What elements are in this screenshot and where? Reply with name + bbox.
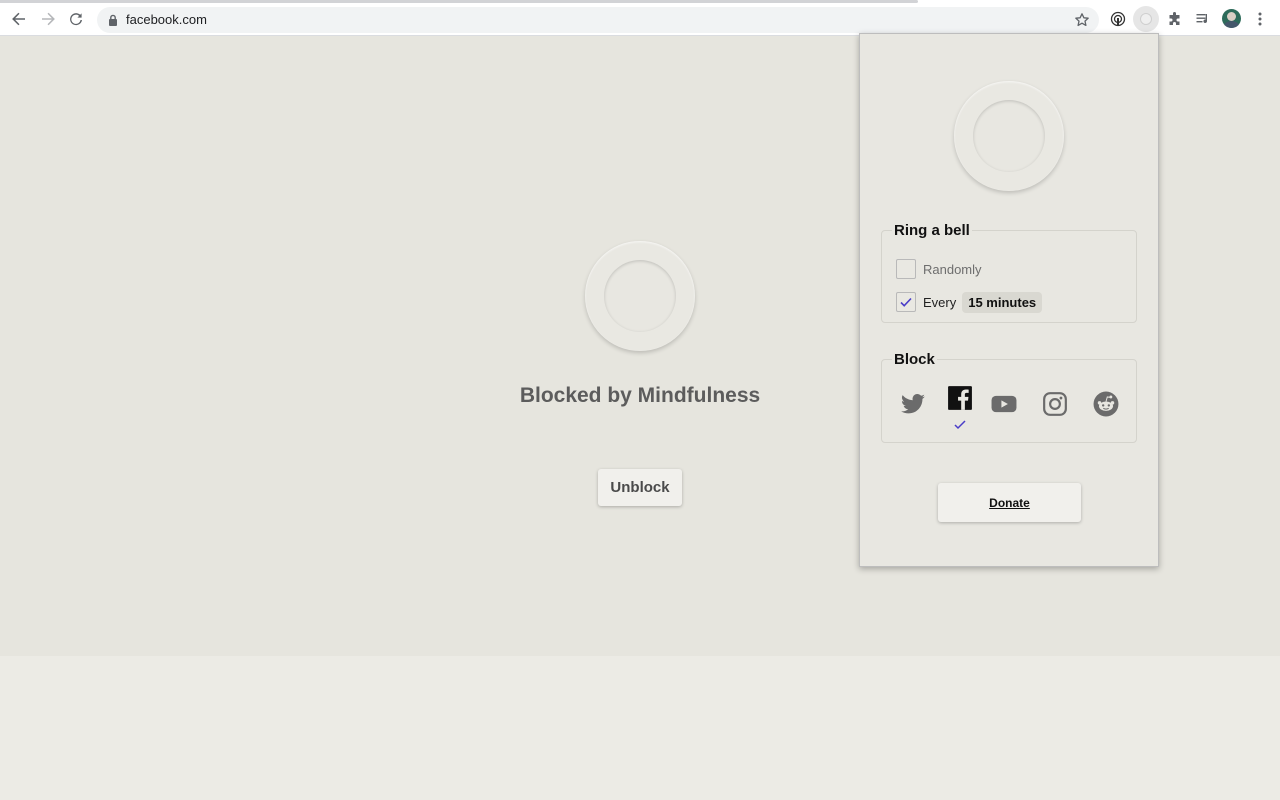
bookmark-star-icon[interactable]	[1074, 12, 1090, 28]
back-arrow-icon[interactable]	[9, 9, 29, 29]
instagram-icon[interactable]	[1040, 389, 1070, 419]
mindfulness-bell-icon	[585, 241, 695, 351]
youtube-icon[interactable]	[989, 389, 1019, 419]
facebook-icon[interactable]	[945, 383, 975, 413]
address-bar[interactable]: facebook.com	[97, 7, 1099, 33]
checkmark-icon	[900, 297, 912, 307]
lock-icon[interactable]	[108, 14, 118, 26]
randomly-checkbox[interactable]	[896, 259, 916, 279]
forward-arrow-icon[interactable]	[38, 9, 58, 29]
every-checkbox[interactable]	[896, 292, 916, 312]
page-load-progress	[0, 0, 918, 3]
avatar[interactable]	[1222, 9, 1241, 28]
media-queue-icon[interactable]	[1193, 9, 1213, 29]
block-legend: Block	[894, 351, 935, 368]
every-label: Every	[923, 294, 957, 310]
kebab-menu-icon[interactable]	[1250, 9, 1270, 29]
extension-popup: Ring a bell Randomly Every 15 minutes Bl…	[859, 33, 1159, 567]
reload-icon[interactable]	[66, 9, 86, 29]
puzzle-icon[interactable]	[1165, 9, 1185, 29]
randomly-label: Randomly	[923, 261, 982, 277]
randomly-option[interactable]: Randomly	[896, 259, 982, 279]
interval-select[interactable]: 15 minutes	[962, 291, 1043, 313]
ring-a-bell-group: Ring a bell Randomly Every 15 minutes	[881, 222, 1137, 323]
url-text[interactable]: facebook.com	[126, 12, 207, 27]
reddit-icon[interactable]	[1091, 389, 1121, 419]
donate-button[interactable]: Donate	[938, 483, 1081, 522]
browser-toolbar: facebook.com	[0, 0, 1280, 36]
facebook-checked-icon	[954, 420, 966, 430]
block-group: Block	[881, 351, 1137, 443]
page-title: Blocked by Mindfulness	[519, 384, 761, 407]
unblock-button[interactable]: Unblock	[598, 469, 682, 506]
mindfulness-extension-icon[interactable]	[1133, 6, 1159, 32]
twitter-icon[interactable]	[898, 389, 928, 419]
every-option[interactable]: Every 15 minutes	[896, 291, 1043, 313]
ring-bell-button[interactable]	[954, 81, 1064, 191]
extension-podcast-icon[interactable]	[1108, 9, 1128, 29]
ring-a-bell-legend: Ring a bell	[894, 222, 970, 239]
